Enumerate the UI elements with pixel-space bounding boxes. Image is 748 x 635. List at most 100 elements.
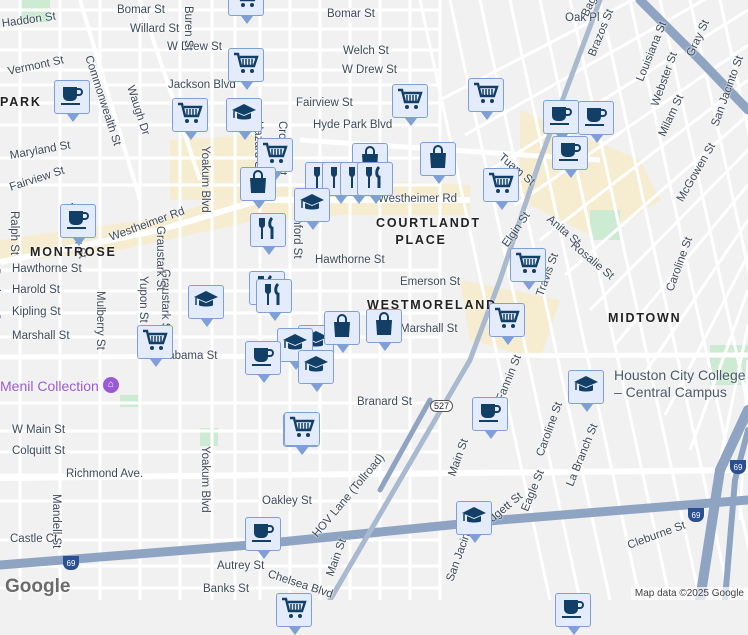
grocery-marker[interactable] xyxy=(228,48,264,90)
education-icon xyxy=(299,191,325,220)
shopping-marker[interactable] xyxy=(420,142,456,184)
street-label: Kipling St xyxy=(12,306,61,318)
street-label: Marshall St xyxy=(12,330,70,342)
education-marker[interactable] xyxy=(294,188,330,230)
street-label: Yoakum Blvd xyxy=(199,446,211,513)
restaurant-marker[interactable] xyxy=(250,213,286,255)
coffee-marker[interactable] xyxy=(54,80,90,122)
street-label: Richmond Ave. xyxy=(66,468,144,480)
grocery-icon xyxy=(177,101,203,130)
map-data-credit[interactable]: Map data ©2025 Google xyxy=(630,587,748,600)
interstate-69-shield: 69 xyxy=(688,508,704,522)
grocery-marker[interactable] xyxy=(468,78,504,120)
grocery-marker[interactable] xyxy=(483,168,519,210)
coffee-marker[interactable] xyxy=(245,341,281,383)
restaurant-icon xyxy=(261,282,287,311)
area-label-montrose: MONTROSE xyxy=(30,245,117,259)
grocery-icon xyxy=(494,306,520,335)
grocery-icon xyxy=(397,87,423,116)
google-logo: Google xyxy=(5,576,71,597)
restaurant-marker[interactable] xyxy=(357,162,393,204)
education-marker[interactable] xyxy=(226,98,262,140)
education-icon xyxy=(573,373,599,402)
street-label: Fairview St xyxy=(296,97,353,109)
shopping-marker[interactable] xyxy=(240,167,276,209)
shopping-marker[interactable] xyxy=(366,309,402,351)
museum-icon: ⌂ xyxy=(103,377,119,393)
street-label: Bomar St xyxy=(327,8,375,20)
coffee-marker[interactable] xyxy=(578,101,614,143)
education-marker[interactable] xyxy=(188,285,224,327)
grocery-icon xyxy=(515,251,541,280)
grocery-marker[interactable] xyxy=(228,0,264,24)
coffee-icon xyxy=(477,400,503,429)
grocery-icon xyxy=(233,51,259,80)
interstate-69-shield: 69 xyxy=(730,460,746,474)
restaurant-icon xyxy=(255,216,281,245)
grocery-marker[interactable] xyxy=(137,325,173,367)
route-527-shield: 527 xyxy=(430,400,454,412)
interstate-69-shield: 69 xyxy=(63,556,79,570)
street-label: Hyde Park Blvd xyxy=(313,119,393,131)
coffee-marker[interactable] xyxy=(60,204,96,246)
coffee-icon xyxy=(59,83,85,112)
grocery-icon xyxy=(233,0,259,14)
street-label: Dunlavy St xyxy=(0,268,1,324)
education-marker[interactable] xyxy=(298,350,334,392)
education-marker[interactable] xyxy=(456,501,492,543)
street-label: Marshall St xyxy=(400,323,458,335)
poi-label[interactable]: Menil Collection xyxy=(0,378,99,394)
grocery-icon xyxy=(142,328,168,357)
street-label: Colquitt St xyxy=(12,445,66,457)
shopping-marker[interactable] xyxy=(324,311,360,353)
restaurant-icon xyxy=(362,165,388,194)
grocery-icon xyxy=(262,141,288,170)
street-label: Hawthorne St xyxy=(315,254,385,266)
coffee-marker[interactable] xyxy=(543,100,579,142)
street-label: Autrey St xyxy=(217,560,265,572)
grocery-icon xyxy=(289,415,315,444)
street-label: Bomar St xyxy=(117,4,165,16)
street-label: Jackson Blvd xyxy=(168,79,236,91)
grocery-marker[interactable] xyxy=(510,248,546,290)
grocery-marker[interactable] xyxy=(284,412,320,454)
education-marker[interactable] xyxy=(568,370,604,412)
coffee-marker[interactable] xyxy=(555,593,591,635)
street-label: Buren St xyxy=(182,6,194,51)
street-label: Branard St xyxy=(357,396,412,408)
coffee-icon xyxy=(250,520,276,549)
education-icon xyxy=(461,504,487,533)
coffee-marker[interactable] xyxy=(245,517,281,559)
coffee-icon xyxy=(548,103,574,132)
poi-label-line1[interactable]: Houston City College xyxy=(614,367,746,383)
shopping-icon xyxy=(425,144,451,174)
street-label: Ralph St xyxy=(8,211,20,256)
street-label: Castle Ct xyxy=(10,533,58,545)
education-icon xyxy=(193,288,219,317)
grocery-marker[interactable] xyxy=(489,303,525,345)
education-icon xyxy=(231,101,257,130)
coffee-marker[interactable] xyxy=(552,136,588,178)
area-label-midtown: MIDTOWN xyxy=(608,311,682,325)
coffee-icon xyxy=(583,104,609,133)
street-label: Mulberry St xyxy=(94,291,106,350)
coffee-marker[interactable] xyxy=(472,397,508,439)
poi-label-line2[interactable]: – Central Campus xyxy=(614,384,727,400)
street-label: Hawthorne St xyxy=(12,263,82,275)
grocery-icon xyxy=(473,81,499,110)
street-label: Oakley St xyxy=(262,495,312,507)
street-label: Banks St xyxy=(203,583,250,595)
street-label: W Drew St xyxy=(167,41,222,53)
grocery-marker[interactable] xyxy=(172,98,208,140)
shopping-icon xyxy=(329,313,355,343)
street-label: Graustark St xyxy=(154,226,166,291)
street-label: Willard St xyxy=(130,23,180,35)
shopping-icon xyxy=(245,169,271,199)
area-label-park: PARK xyxy=(0,95,42,109)
restaurant-marker[interactable] xyxy=(256,279,292,321)
street-label: Harold St xyxy=(12,284,60,296)
grocery-marker[interactable] xyxy=(392,84,428,126)
street-label: Emerson St xyxy=(400,276,461,288)
grocery-marker[interactable] xyxy=(276,593,312,635)
area-label-courtlandt-place: COURTLANDT PLACE xyxy=(376,216,481,247)
